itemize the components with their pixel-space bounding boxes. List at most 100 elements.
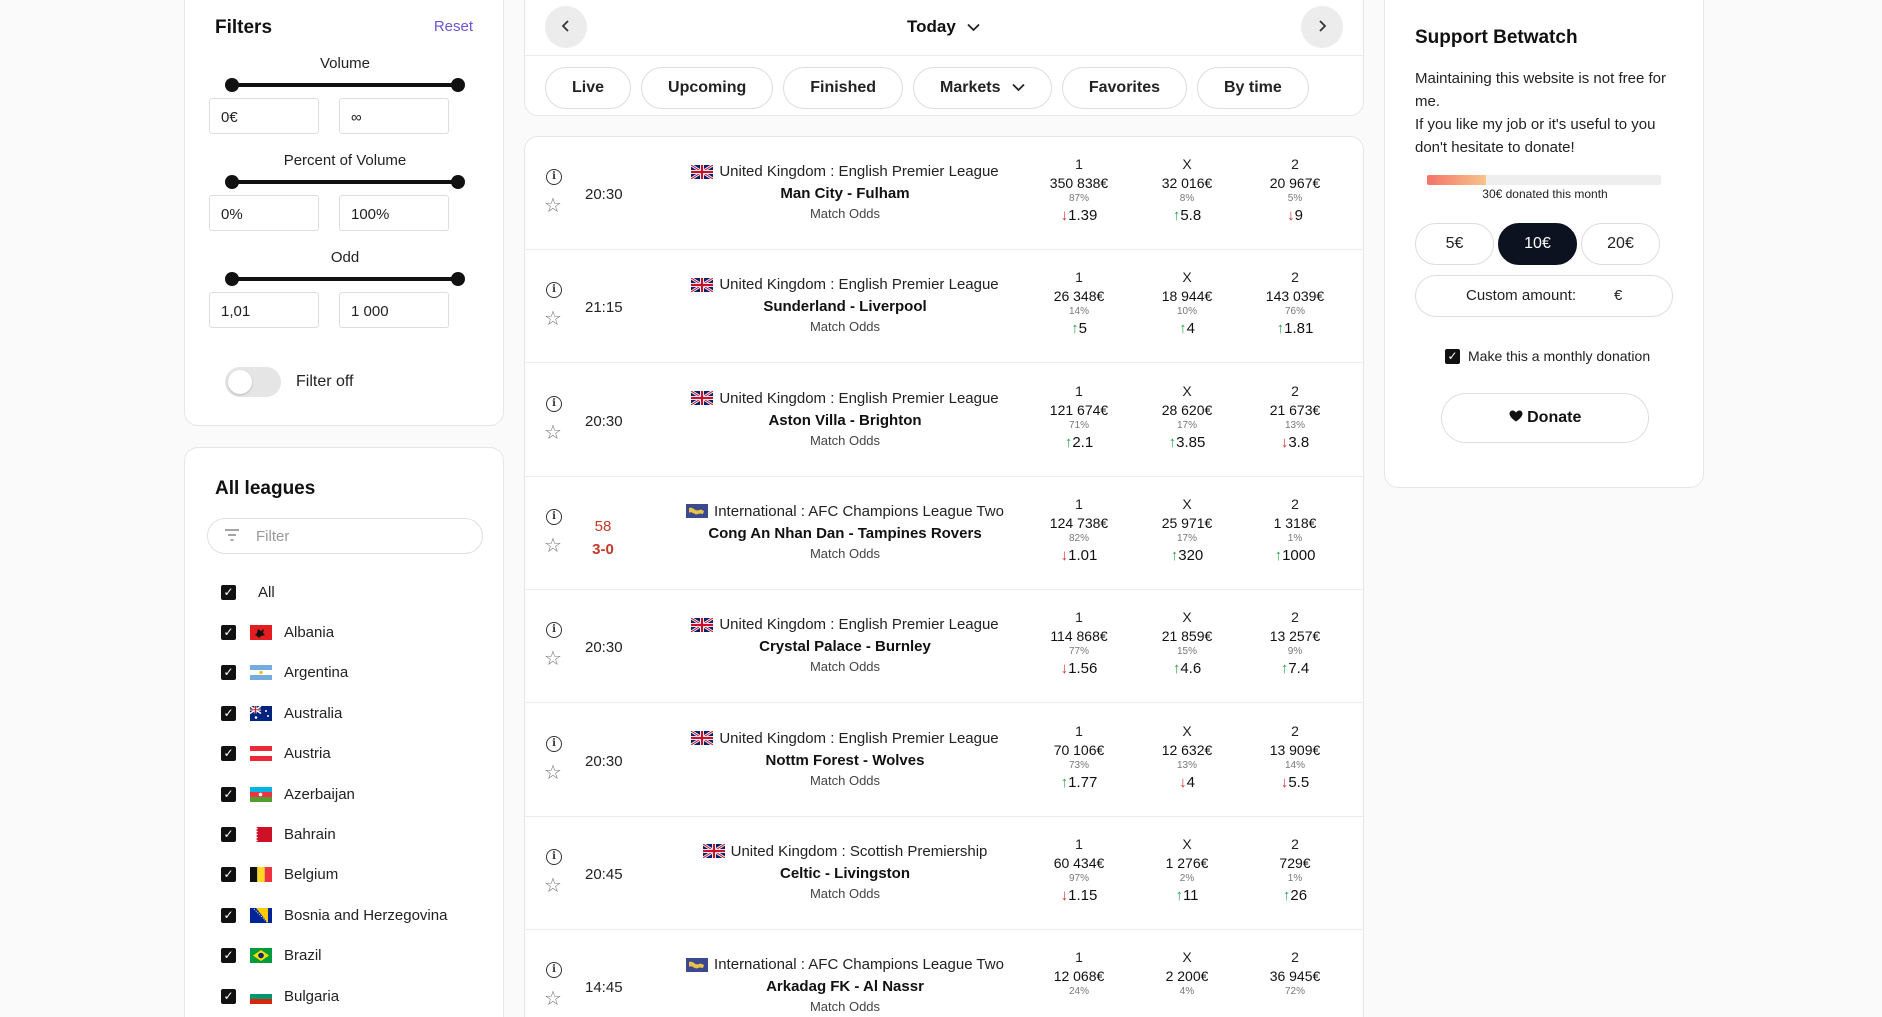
odds-cell[interactable]: 1 26 348€ 14% ↑5 [1025, 269, 1133, 337]
league-item-all[interactable]: ✓ All [221, 572, 447, 612]
favorite-star-icon[interactable]: ☆ [544, 986, 562, 1011]
league-item-austria[interactable]: ✓ Austria [221, 734, 447, 774]
match-row[interactable]: i ☆ 20:30 United Kingdom : English Premier … [525, 590, 1363, 704]
league-item-brazil[interactable]: ✓ Brazil [221, 936, 447, 976]
amount-option-5[interactable]: 5€ [1415, 223, 1494, 265]
league-item-albania[interactable]: ✓ Albania [221, 612, 447, 652]
league-item-azerbaijan[interactable]: ✓ Azerbaijan [221, 774, 447, 814]
odds-cell[interactable]: 1 70 106€ 73% ↑1.77 [1025, 723, 1133, 791]
league-checkbox[interactable]: ✓ [221, 948, 236, 964]
info-icon[interactable]: i [546, 735, 562, 752]
league-checkbox[interactable]: ✓ [221, 827, 236, 843]
favorite-star-icon[interactable]: ☆ [544, 193, 562, 218]
monthly-donation-checkbox[interactable]: ✓ [1445, 348, 1460, 364]
odds-cell[interactable]: X 32 016€ 8% ↑5.8 [1133, 156, 1241, 224]
odds-cell[interactable]: 1 124 738€ 82% ↓1.01 [1025, 496, 1133, 564]
tab-finished[interactable]: Finished [783, 67, 904, 109]
match-row[interactable]: i ☆ 20:30 United Kingdom : English Premier … [525, 137, 1363, 250]
amount-option-20[interactable]: 20€ [1581, 223, 1660, 265]
donate-button[interactable]: Donate [1441, 393, 1649, 443]
custom-amount-input[interactable]: Custom amount: € [1415, 275, 1673, 317]
league-item-bosnia-and-herzegovina[interactable]: ✓ Bosnia and Herzegovina [221, 895, 447, 935]
league-filter-input[interactable]: Filter [207, 518, 483, 554]
tab-favorites[interactable]: Favorites [1061, 67, 1187, 109]
league-item-australia[interactable]: ✓ Australia [221, 693, 447, 733]
favorite-star-icon[interactable]: ☆ [544, 873, 562, 898]
volume-slider[interactable] [225, 78, 465, 92]
odds-cell[interactable]: X 21 859€ 15% ↑4.6 [1133, 609, 1241, 677]
odds-cell[interactable]: 2 143 039€ 76% ↑1.81 [1241, 269, 1349, 337]
percent-min-input[interactable]: 0% [209, 195, 319, 231]
league-checkbox[interactable]: ✓ [221, 988, 236, 1004]
odds-cell[interactable]: 2 13 909€ 14% ↓5.5 [1241, 723, 1349, 791]
match-row[interactable]: i ☆ 14:45 International : AFC Champions Lea… [525, 930, 1363, 1017]
league-checkbox[interactable]: ✓ [221, 786, 236, 802]
odds-cell[interactable]: 2 21 673€ 13% ↓3.8 [1241, 383, 1349, 451]
odds-cell[interactable]: X 2 200€ 4% [1133, 949, 1241, 1000]
odds-cell[interactable]: 2 36 945€ 72% [1241, 949, 1349, 1000]
tab-by-time[interactable]: By time [1196, 67, 1309, 109]
odds-cell[interactable]: X 28 620€ 17% ↑3.85 [1133, 383, 1241, 451]
odds-cell[interactable]: 2 13 257€ 9% ↑7.4 [1241, 609, 1349, 677]
date-selector[interactable]: Today [907, 17, 981, 37]
odds-cell[interactable]: X 18 944€ 10% ↑4 [1133, 269, 1241, 337]
favorite-star-icon[interactable]: ☆ [544, 760, 562, 785]
league-checkbox[interactable]: ✓ [221, 625, 236, 641]
percent-slider[interactable] [225, 175, 465, 189]
match-row[interactable]: i ☆ 20:45 United Kingdom : Scottish Premier… [525, 817, 1363, 930]
match-row[interactable]: i ☆ 21:15 United Kingdom : English Premier … [525, 250, 1363, 364]
match-row[interactable]: i ☆ 58 3-0 International : AFC Champions Lea… [525, 477, 1363, 590]
next-day-button[interactable] [1301, 6, 1343, 48]
info-icon[interactable]: i [546, 395, 562, 412]
info-icon[interactable]: i [546, 508, 562, 525]
league-checkbox[interactable]: ✓ [221, 665, 236, 681]
odd-slider[interactable] [225, 272, 465, 286]
favorite-star-icon[interactable]: ☆ [544, 306, 562, 331]
info-icon[interactable]: i [546, 169, 562, 185]
odds-cell[interactable]: 1 12 068€ 24% [1025, 949, 1133, 1000]
odds-cell[interactable]: 2 1 318€ 1% ↑1000 [1241, 496, 1349, 564]
favorite-star-icon[interactable]: ☆ [544, 420, 562, 445]
info-icon[interactable]: i [546, 962, 562, 979]
odds-cell[interactable]: 2 729€ 1% ↑26 [1241, 836, 1349, 904]
info-icon[interactable]: i [546, 848, 562, 865]
league-item-bulgaria[interactable]: ✓ Bulgaria [221, 976, 447, 1016]
tab-live[interactable]: Live [545, 67, 632, 109]
volume-max-handle[interactable] [451, 78, 465, 92]
odds-cell[interactable]: 2 20 967€ 5% ↓9 [1241, 156, 1349, 224]
odd-max-handle[interactable] [451, 272, 465, 286]
league-checkbox[interactable]: ✓ [221, 746, 236, 762]
amount-option-10[interactable]: 10€ [1498, 223, 1577, 265]
volume-max-input[interactable]: ∞ [339, 98, 449, 134]
volume-min-input[interactable]: 0€ [209, 98, 319, 134]
percent-min-handle[interactable] [225, 175, 239, 189]
filter-toggle[interactable] [225, 367, 281, 397]
odds-cell[interactable]: 1 60 434€ 97% ↓1.15 [1025, 836, 1133, 904]
odds-cell[interactable]: X 25 971€ 17% ↑320 [1133, 496, 1241, 564]
odd-max-input[interactable]: 1 000 [339, 292, 449, 328]
odd-min-handle[interactable] [225, 272, 239, 286]
league-checkbox[interactable]: ✓ [221, 867, 236, 883]
odds-cell[interactable]: 1 121 674€ 71% ↑2.1 [1025, 383, 1133, 451]
reset-filters-link[interactable]: Reset [434, 18, 473, 35]
odds-cell[interactable]: 1 350 838€ 87% ↓1.39 [1025, 156, 1133, 224]
percent-max-input[interactable]: 100% [339, 195, 449, 231]
league-checkbox[interactable]: ✓ [221, 907, 236, 923]
monthly-donation-option[interactable]: ✓ Make this a monthly donation [1445, 348, 1650, 364]
league-item-bahrain[interactable]: ✓ Bahrain [221, 814, 447, 854]
league-item-argentina[interactable]: ✓ Argentina [221, 653, 447, 693]
favorite-star-icon[interactable]: ☆ [544, 533, 562, 558]
odds-cell[interactable]: X 1 276€ 2% ↑11 [1133, 836, 1241, 904]
odds-cell[interactable]: X 12 632€ 13% ↓4 [1133, 723, 1241, 791]
odd-min-input[interactable]: 1,01 [209, 292, 319, 328]
match-row[interactable]: i ☆ 20:30 United Kingdom : English Premier … [525, 704, 1363, 817]
league-checkbox[interactable]: ✓ [221, 584, 236, 600]
tab-upcoming[interactable]: Upcoming [641, 67, 774, 109]
match-row[interactable]: i ☆ 20:30 United Kingdom : English Premier … [525, 364, 1363, 477]
previous-day-button[interactable] [545, 6, 587, 48]
favorite-star-icon[interactable]: ☆ [544, 646, 562, 671]
info-icon[interactable]: i [546, 622, 562, 639]
odds-cell[interactable]: 1 114 868€ 77% ↓1.56 [1025, 609, 1133, 677]
league-checkbox[interactable]: ✓ [221, 705, 236, 721]
league-item-belgium[interactable]: ✓ Belgium [221, 855, 447, 895]
